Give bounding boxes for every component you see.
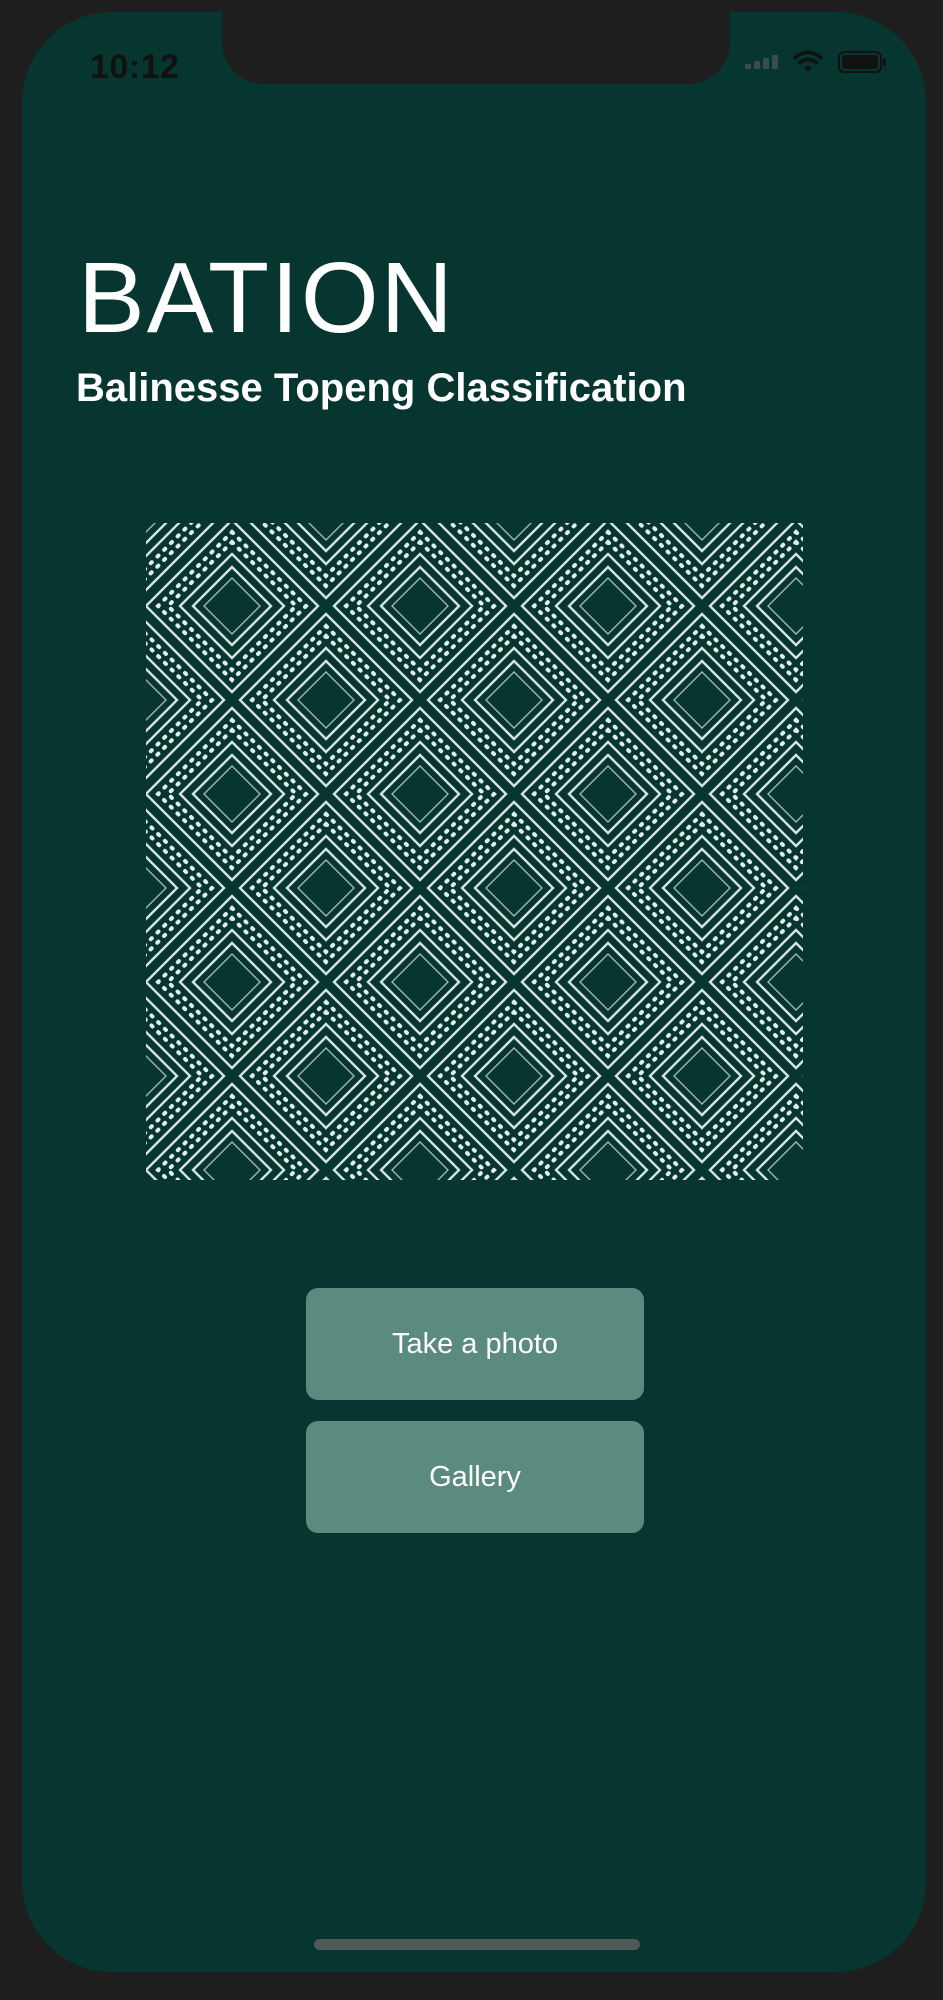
gallery-button[interactable]: Gallery [306,1421,644,1533]
device-frame: 10:12 BATION Balinesse Topeng Classifica… [0,0,943,2000]
diamond-pattern-image [146,523,803,1180]
battery-icon [838,50,888,74]
take-photo-button[interactable]: Take a photo [306,1288,644,1400]
wifi-icon [792,50,824,74]
device-notch [222,12,730,84]
signal-icon [745,55,778,69]
app-subtitle: Balinesse Topeng Classification [76,366,687,410]
app-screen: 10:12 BATION Balinesse Topeng Classifica… [22,12,926,1972]
status-icons [745,50,888,74]
app-title: BATION [78,242,455,354]
home-indicator[interactable] [314,1939,640,1950]
status-time: 10:12 [90,48,180,86]
